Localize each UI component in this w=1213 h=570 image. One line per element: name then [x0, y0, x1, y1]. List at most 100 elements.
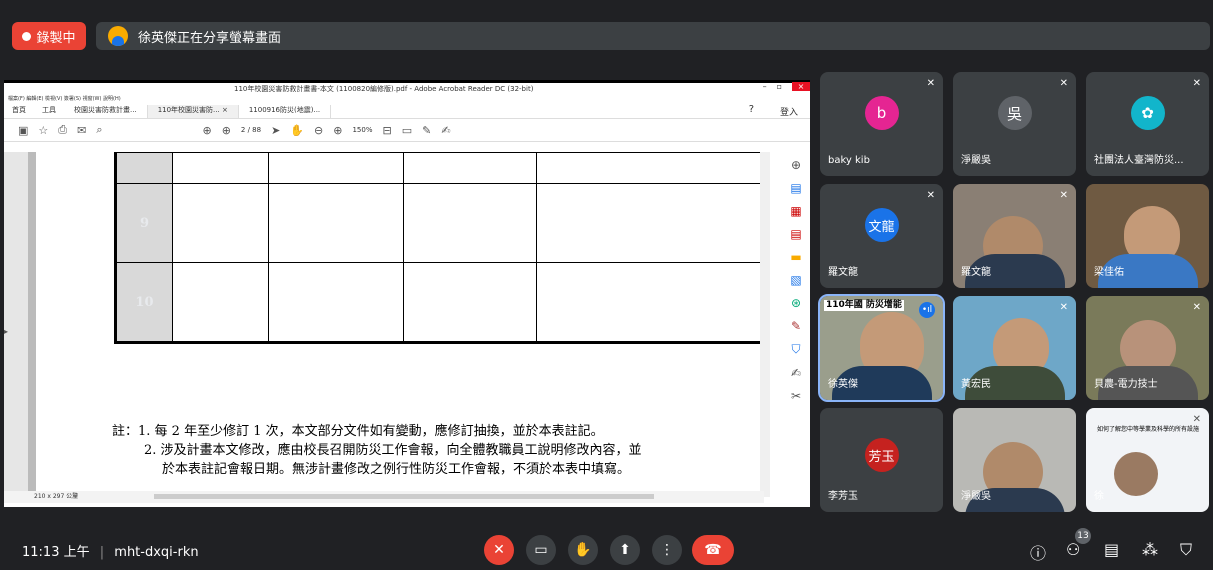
participant-count-badge: 13 — [1075, 528, 1091, 544]
export-pdf-icon: ▤ — [790, 181, 802, 195]
save-icon: ▣ — [18, 123, 29, 137]
hand-icon: ✋ — [574, 542, 592, 558]
mic-off-icon: ✕ — [926, 190, 935, 201]
participant-tile[interactable]: 淨嚴吳 — [953, 408, 1076, 512]
activities-icon[interactable]: ⁂ — [1142, 540, 1158, 559]
notes: 註：1. 每 2 年至少修訂 1 次，本文部分文件如有變動，應修訂抽換，並於本表… — [112, 422, 642, 479]
participant-tile[interactable]: ✕ 吳 淨嚴吳 — [953, 72, 1076, 176]
info-icon[interactable]: ⓘ — [1030, 540, 1046, 564]
more-options-button[interactable]: ⋮ — [652, 535, 682, 565]
participant-name: 社團法人臺灣防災... — [1094, 155, 1184, 166]
leave-call-button[interactable]: ☎ — [692, 535, 734, 565]
organize-icon: ⊛ — [790, 296, 802, 310]
horizontal-scrollbar — [154, 494, 654, 499]
presenter-banner: 徐英傑正在分享螢幕畫面 — [96, 22, 1210, 50]
participant-name: 羅文龍 — [828, 267, 858, 278]
nav-tools: 工具 — [42, 106, 56, 114]
participant-name: 李芳玉 — [828, 491, 858, 502]
row-number: 9 — [115, 183, 173, 263]
edit-pdf-icon: ▤ — [790, 227, 802, 241]
more-tools-icon: ✂ — [790, 389, 802, 403]
comment-tool-icon: ▬ — [790, 250, 802, 264]
mail-icon: ✉ — [77, 123, 87, 137]
raise-hand-button[interactable]: ✋ — [568, 535, 598, 565]
login-link: 登入 — [779, 108, 798, 118]
expand-arrow-icon: ▸ — [4, 327, 9, 336]
zoom-out-icon: ⊖ — [314, 123, 324, 137]
mic-off-icon: ✕ — [1192, 414, 1201, 425]
page-up-icon: ⊕ — [202, 123, 212, 137]
revision-table: 9 10 — [114, 152, 764, 344]
top-bar: 錄製中 徐英傑正在分享螢幕畫面 — [0, 0, 1213, 60]
page-indicator: 2 / 88 — [240, 126, 262, 134]
mic-off-button[interactable]: ✕ — [484, 535, 514, 565]
note-line: 2. 涉及計畫本文修改，應由校長召開防災工作會報，向全體教職員工說明修改內容，並 — [144, 443, 642, 458]
recording-indicator[interactable]: 錄製中 — [12, 22, 86, 50]
participant-name: 梁佳佑 — [1094, 267, 1124, 278]
participant-tile[interactable]: 芳玉 李芳玉 — [820, 408, 943, 512]
doc-tab: 1100916防災(地震)... — [239, 105, 332, 118]
avatar: 芳玉 — [864, 438, 899, 472]
help-icon: ? — [748, 104, 754, 115]
participant-tile[interactable]: 如何了解您中等學業及科學的所有設施 ✕ 徐 — [1086, 408, 1209, 512]
sign-icon: ✍ — [441, 123, 451, 137]
combine-icon: ▧ — [790, 273, 802, 287]
present-icon: ⬆ — [619, 542, 631, 558]
doc-tab: 校園災害防救計畫... — [64, 105, 148, 118]
separator: | — [99, 545, 105, 560]
presenter-avatar — [108, 26, 128, 46]
video-overlay-text: 如何了解您中等學業及科學的所有設施 — [1096, 426, 1199, 433]
participant-name: 羅文龍 — [961, 267, 991, 278]
mic-off-icon: ✕ — [1192, 302, 1201, 313]
fit-icon: ⊟ — [382, 123, 392, 137]
page-edge — [28, 152, 36, 497]
video-overlay-text: 110年國 防災增能 — [824, 300, 904, 311]
recording-label: 錄製中 — [36, 30, 76, 46]
print-icon: ⎙ — [58, 123, 68, 136]
participant-tile-active-speaker[interactable]: 110年國 防災增能 •ıl 徐英傑 — [818, 294, 945, 402]
chat-icon[interactable]: ▤ — [1104, 540, 1119, 559]
speaking-icon: •ıl — [919, 302, 935, 318]
present-button[interactable]: ⬆ — [610, 535, 640, 565]
clock-time: 11:13 上午 — [22, 545, 90, 560]
participant-name: baky kib — [828, 155, 870, 166]
participant-tile[interactable]: ✕ 貝農-電力技士 — [1086, 296, 1209, 400]
participant-tile[interactable]: ✕ 羅文龍 — [953, 184, 1076, 288]
acrobat-right-tools: ⊕ ▤ ▦ ▤ ▬ ▧ ⊛ ✎ ⛉ ✍ ✂ — [782, 152, 810, 503]
record-dot-icon — [22, 31, 32, 41]
zoom-in-icon: ⊕ — [333, 123, 343, 137]
participant-tile[interactable]: ✕ ✿ 社團法人臺灣防災... — [1086, 72, 1209, 176]
mic-off-icon: ✕ — [1192, 78, 1201, 89]
participant-tile[interactable]: ✕ b baky kib — [820, 72, 943, 176]
zoom-tool-icon: ⊕ — [790, 158, 802, 172]
row-number: 10 — [115, 262, 173, 343]
vertical-scrollbar — [760, 152, 770, 497]
sharing-text: 徐英傑正在分享螢幕畫面 — [138, 30, 282, 46]
nav-home: 首頁 — [12, 106, 26, 114]
table-row: 9 — [115, 183, 763, 263]
fill-sign-icon: ✎ — [790, 319, 802, 333]
participant-tile[interactable]: ✕ 文龍 羅文龍 — [820, 184, 943, 288]
hangup-icon: ☎ — [704, 542, 722, 558]
window-title: 110年校園災害防救計畫書-本文 (1100820編修版).pdf - Adob… — [234, 85, 534, 93]
create-pdf-icon: ▦ — [790, 204, 802, 218]
table-row: 10 — [115, 262, 763, 343]
participant-name: 徐英傑 — [828, 379, 858, 390]
search-icon: ⌕ — [96, 123, 103, 136]
camera-button[interactable]: ▭ — [526, 535, 556, 565]
avatar: b — [864, 96, 899, 130]
avatar: 吳 — [997, 96, 1032, 130]
note-line: 於本表註記會報日期。無涉計畫修改之例行性防災工作會報，不須於本表中填寫。 — [162, 462, 631, 477]
org-logo-icon: ✿ — [1130, 96, 1165, 130]
hand-icon: ✋ — [290, 123, 305, 137]
mic-off-icon: ✕ — [926, 78, 935, 89]
camera-icon: ▭ — [534, 542, 548, 558]
left-rail: ▸ — [4, 152, 28, 497]
video-feed — [1114, 452, 1158, 496]
shared-screen: 110年校園災害防救計畫書-本文 (1100820編修版).pdf - Adob… — [4, 80, 810, 507]
host-controls-icon[interactable]: ⛉ — [1180, 540, 1192, 560]
participant-tile[interactable]: 梁佳佑 — [1086, 184, 1209, 288]
participant-tile[interactable]: ✕ 黃宏民 — [953, 296, 1076, 400]
minimize-icon: – — [762, 82, 767, 91]
more-vert-icon: ⋮ — [660, 542, 674, 558]
